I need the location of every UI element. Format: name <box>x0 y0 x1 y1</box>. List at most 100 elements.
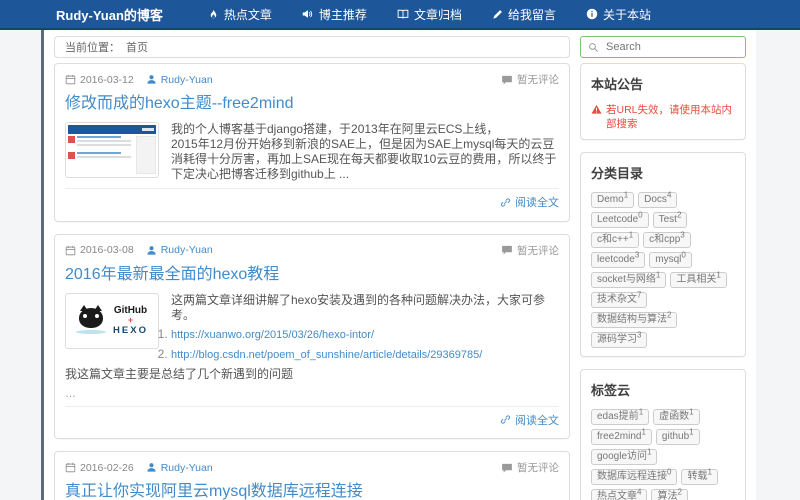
main-container: 当前位置： 首页 2016-03-12 <box>44 30 756 500</box>
nav-item-about[interactable]: 关于本站 <box>571 0 666 28</box>
tag-chip[interactable]: 算法2 <box>651 489 687 500</box>
sidebar: 本站公告 若URL失效，请使用本站内部搜索 分类目录 Demo1Docs4Lee… <box>580 63 746 500</box>
post-comments-link[interactable]: 暂无评论 <box>517 243 559 258</box>
category-tag[interactable]: socket与网络1 <box>591 272 666 288</box>
external-link[interactable]: https://xuanwo.org/2015/03/26/hexo-intor… <box>171 329 374 341</box>
nav-item-label: 给我留言 <box>508 6 556 23</box>
post-date: 2016-03-08 <box>80 244 134 256</box>
announcement-text-row: 若URL失效，请使用本站内部搜索 <box>591 103 735 131</box>
tagcloud-panel: 标签云 edas提前1虚函数1free2mind1github1 google访问… <box>580 369 746 500</box>
comment-icon <box>501 74 513 86</box>
categories-panel: 分类目录 Demo1Docs4Leetcode0Test2c和c++1c和cpp… <box>580 152 746 357</box>
post-title-link[interactable]: 修改而成的hexo主题--free2mind <box>65 94 559 114</box>
thumbnail-text: HEXO <box>113 326 148 336</box>
category-tag[interactable]: Docs4 <box>638 192 677 208</box>
link-icon <box>500 197 511 208</box>
read-more-link[interactable]: 阅读全文 <box>500 412 559 428</box>
announcement-text: 若URL失效，请使用本站内部搜索 <box>606 103 735 131</box>
tag-chip[interactable]: github1 <box>656 429 700 445</box>
tagcloud-list: edas提前1虚函数1free2mind1github1 google访问1 数据库… <box>591 409 735 500</box>
post-meta: 2016-02-26 Rudy-Yuan 暂无评论 <box>65 460 559 475</box>
category-tag[interactable]: Leetcode0 <box>591 212 649 228</box>
nav-item-archives[interactable]: 文章归档 <box>382 0 477 28</box>
topbar: 当前位置： 首页 <box>54 36 746 58</box>
post-title-link[interactable]: 真正让你实现阿里云mysql数据库远程连接 <box>65 482 559 500</box>
category-tag[interactable]: 数据结构与算法2 <box>591 312 677 328</box>
tag-chip[interactable]: free2mind1 <box>591 429 652 445</box>
readmore-row: 阅读全文 <box>65 188 559 213</box>
post-thumbnail-github-hexo: GitHub + HEXO <box>65 293 159 349</box>
tag-chip[interactable]: edas提前1 <box>591 409 649 425</box>
post-excerpt: 我的个人博客基于django搭建，于2013年在阿里云ECS上线， 2015年1… <box>65 122 559 182</box>
readmore-row: 阅读全文 <box>65 406 559 431</box>
nav-item-label: 热点文章 <box>224 6 272 23</box>
post-excerpt: GitHub + HEXO 这两篇文章详细讲解了hexo安装及遇到的各种问题解决… <box>65 293 559 382</box>
book-icon <box>397 8 409 20</box>
link-icon <box>500 414 511 425</box>
nav-item-label: 博主推荐 <box>319 6 367 23</box>
brand-link[interactable]: Rudy-Yuan的博客 <box>56 5 163 24</box>
tag-chip[interactable]: 虚函数1 <box>653 409 699 425</box>
calendar-icon <box>65 462 76 473</box>
page: Rudy-Yuan的博客 热点文章 博主推荐 文章归档 给我留言 <box>0 0 800 500</box>
announcement-title: 本站公告 <box>591 74 735 93</box>
read-more-label: 阅读全文 <box>515 194 559 210</box>
category-tag[interactable]: c和c++1 <box>591 232 639 248</box>
pencil-icon <box>492 9 503 20</box>
warning-icon <box>591 104 602 115</box>
info-icon <box>586 8 598 20</box>
category-tag[interactable]: 技术杂文7 <box>591 292 647 308</box>
post-paragraph: 我这篇文章主要是总结了几个新遇到的问题 <box>65 367 559 382</box>
user-icon <box>146 74 157 85</box>
category-tag[interactable]: Demo1 <box>591 192 634 208</box>
category-tag[interactable]: 源码学习3 <box>591 332 647 348</box>
post-thumbnail-blog-screenshot <box>65 122 159 178</box>
post-card-1: 2016-03-12 Rudy-Yuan 暂无评论 修改而成的hexo主题-- <box>54 63 570 222</box>
categories-list: Demo1Docs4 Leetcode0Test2 c和c++1c和cpp3 leet… <box>591 192 735 348</box>
post-link-item: http://blog.csdn.net/poem_of_sunshine/ar… <box>83 347 559 363</box>
breadcrumb-home-link[interactable]: 首页 <box>126 39 148 55</box>
tag-chip[interactable]: 数据库远程连接0 <box>591 469 677 485</box>
external-link[interactable]: http://blog.csdn.net/poem_of_sunshine/ar… <box>171 349 482 361</box>
calendar-icon <box>65 74 76 85</box>
navbar: Rudy-Yuan的博客 热点文章 博主推荐 文章归档 给我留言 <box>0 0 800 30</box>
calendar-icon <box>65 245 76 256</box>
tagcloud-title: 标签云 <box>591 380 735 399</box>
post-comments-link[interactable]: 暂无评论 <box>517 460 559 475</box>
nav-item-message[interactable]: 给我留言 <box>477 0 571 28</box>
post-ellipsis: … <box>65 388 559 400</box>
nav-item-recommend[interactable]: 博主推荐 <box>287 0 382 28</box>
search-input[interactable] <box>604 40 738 54</box>
announcement-panel: 本站公告 若URL失效，请使用本站内部搜索 <box>580 63 746 140</box>
post-author-link[interactable]: Rudy-Yuan <box>161 74 213 86</box>
nav-item-label: 文章归档 <box>414 6 462 23</box>
breadcrumb: 当前位置： 首页 <box>54 36 570 58</box>
nav-item-hot-articles[interactable]: 热点文章 <box>193 0 287 28</box>
user-icon <box>146 462 157 473</box>
fire-icon <box>208 9 219 20</box>
post-card-3: 2016-02-26 Rudy-Yuan 暂无评论 真正让你实现阿里云mysq <box>54 451 570 500</box>
post-meta: 2016-03-08 Rudy-Yuan 暂无评论 <box>65 243 559 258</box>
tag-chip[interactable]: 转载1 <box>681 469 717 485</box>
category-tag[interactable]: Test2 <box>653 212 688 228</box>
post-meta: 2016-03-12 Rudy-Yuan 暂无评论 <box>65 72 559 87</box>
category-tag[interactable]: mysql0 <box>649 252 692 268</box>
post-author-link[interactable]: Rudy-Yuan <box>161 462 213 474</box>
category-tag[interactable]: c和cpp3 <box>643 232 691 248</box>
search-box <box>580 36 746 58</box>
tag-chip[interactable]: 热点文章4 <box>591 489 647 500</box>
post-date: 2016-03-12 <box>80 74 134 86</box>
read-more-link[interactable]: 阅读全文 <box>500 194 559 210</box>
read-more-label: 阅读全文 <box>515 412 559 428</box>
tag-chip[interactable]: google访问1 <box>591 449 657 465</box>
nav-item-label: 关于本站 <box>603 6 651 23</box>
post-author-link[interactable]: Rudy-Yuan <box>161 244 213 256</box>
comment-icon <box>501 462 513 474</box>
category-tag[interactable]: 工具相关1 <box>670 272 726 288</box>
post-card-2: 2016-03-08 Rudy-Yuan 暂无评论 2016年最新最全面的he <box>54 234 570 440</box>
category-tag[interactable]: leetcode3 <box>591 252 645 268</box>
comment-icon <box>501 244 513 256</box>
post-list: 2016-03-12 Rudy-Yuan 暂无评论 修改而成的hexo主题-- <box>54 63 570 500</box>
post-comments-link[interactable]: 暂无评论 <box>517 72 559 87</box>
post-title-link[interactable]: 2016年最新最全面的hexo教程 <box>65 265 559 285</box>
